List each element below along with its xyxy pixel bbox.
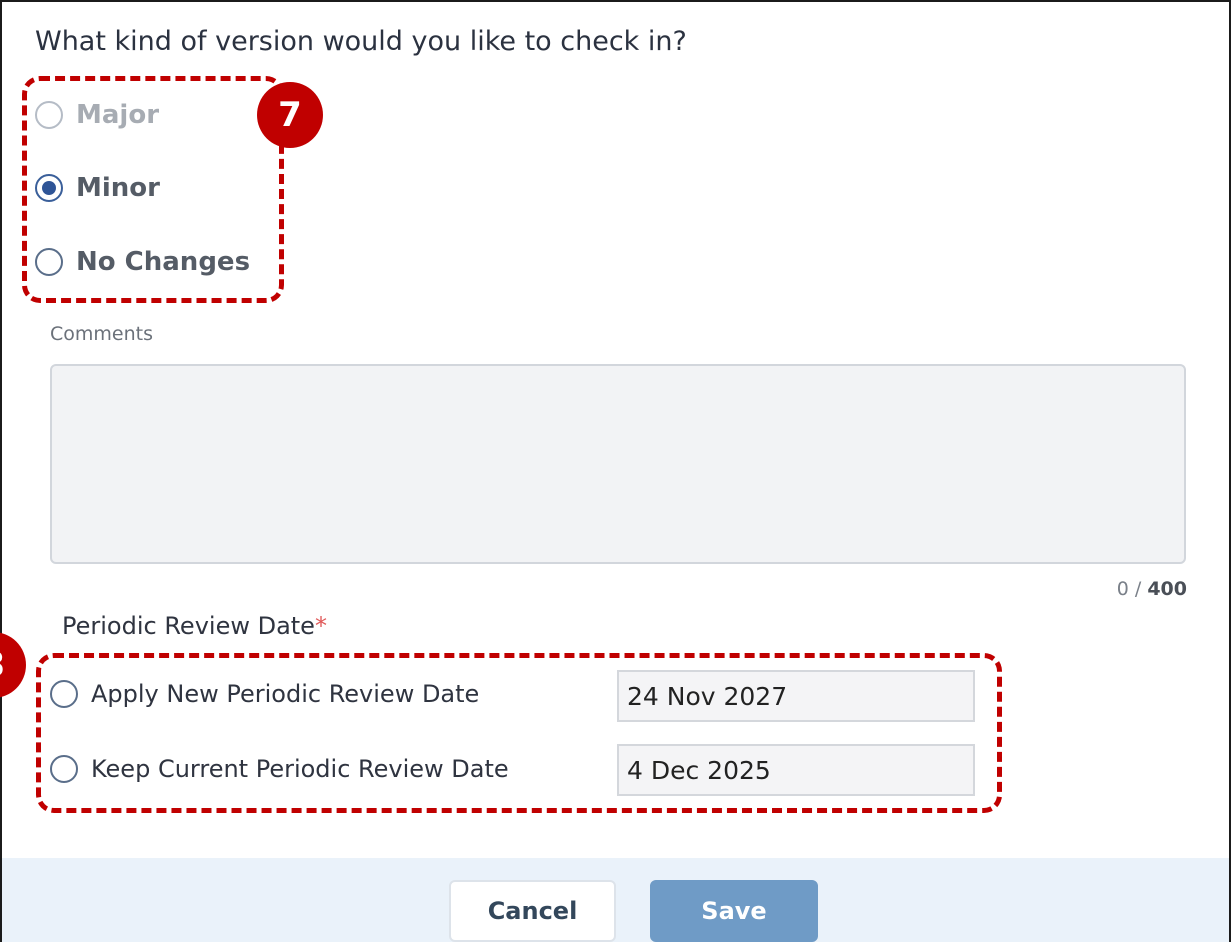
required-marker: * — [314, 612, 327, 640]
periodic-review-label: Periodic Review Date* — [62, 612, 327, 640]
annotation-badge-7: 7 — [257, 82, 323, 148]
annotation-box-8 — [36, 653, 1002, 813]
comments-textarea[interactable] — [50, 364, 1186, 564]
annotation-box-7 — [22, 76, 284, 303]
comments-label: Comments — [50, 323, 153, 345]
save-button[interactable]: Save — [650, 880, 818, 942]
cancel-button[interactable]: Cancel — [449, 880, 616, 942]
comments-char-counter: 0 / 400 — [1116, 578, 1187, 600]
version-question: What kind of version would you like to c… — [35, 26, 687, 57]
